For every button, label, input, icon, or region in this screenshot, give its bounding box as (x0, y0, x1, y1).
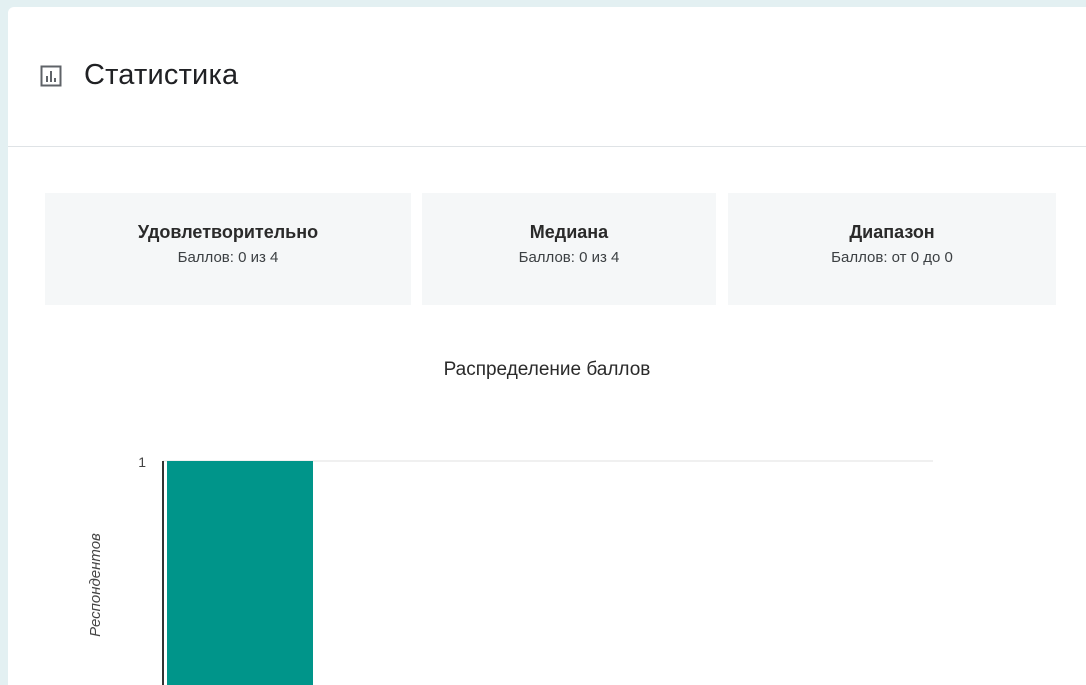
tile-median: Медиана Баллов: 0 из 4 (422, 193, 716, 305)
tile-value: Баллов: 0 из 4 (177, 249, 279, 266)
y-tick-label: 1 (138, 454, 146, 470)
tile-value: Баллов: 0 из 4 (518, 249, 620, 266)
chart-title: Распределение баллов (443, 359, 651, 380)
y-axis-label: Респондентов (87, 533, 104, 637)
bar-chart-icon (40, 65, 62, 86)
tile-value: Баллов: от 0 до 0 (831, 249, 953, 266)
summary-tiles: Удовлетворительно Баллов: 0 из 4 Медиана… (45, 193, 1056, 305)
tile-label: Медиана (529, 222, 609, 242)
score-distribution-chart: Респондентов 1 0 (87, 454, 933, 685)
tile-satisfactory: Удовлетворительно Баллов: 0 из 4 (45, 193, 411, 305)
page-title: Статистика (84, 59, 239, 91)
chart-bar (167, 461, 313, 685)
tile-range: Диапазон Баллов: от 0 до 0 (728, 193, 1056, 305)
statistics-header: Статистика (8, 7, 1086, 147)
statistics-card: Статистика Удовлетворительно Баллов: 0 и… (8, 7, 1086, 685)
tile-label: Диапазон (849, 222, 935, 242)
tile-label: Удовлетворительно (137, 222, 319, 242)
